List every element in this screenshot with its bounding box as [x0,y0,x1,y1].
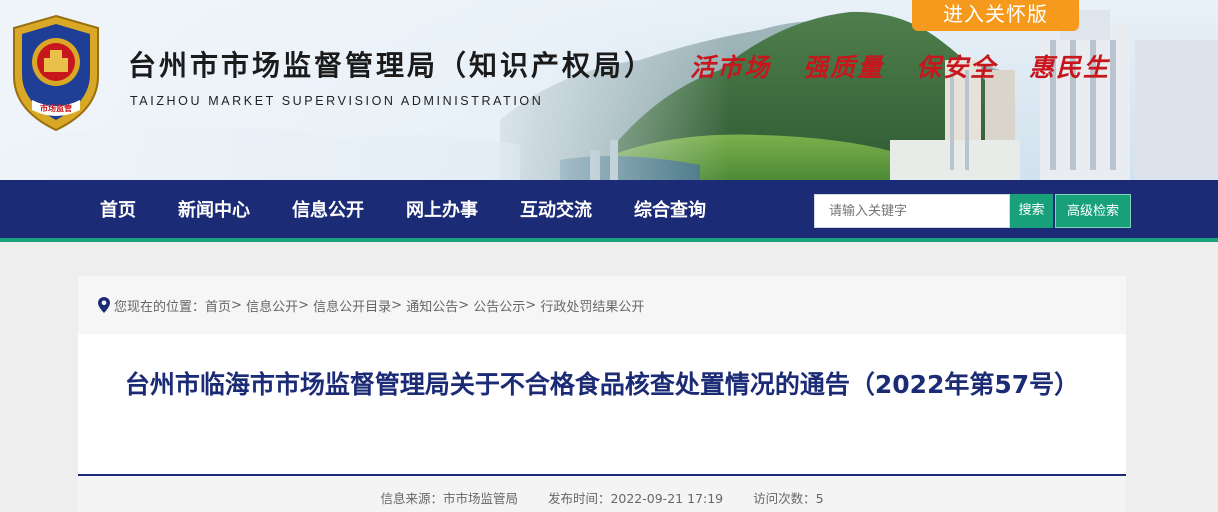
breadcrumb-notices[interactable]: 通知公告 [406,296,458,315]
article-card: 您现在的位置： 首页 > 信息公开 > 信息公开目录 > 通知公告 > 公告公示… [78,276,1126,512]
article-title: 台州市临海市市场监督管理局关于不合格食品核查处置情况的通告（2022年第57号） [124,370,1080,399]
article-meta: 信息来源：市市场监管局 发布时间：2022-09-21 17:19 访问次数：5 [78,476,1126,512]
breadcrumb-separator: > [298,297,309,313]
slogan-3: 保安全 [916,53,998,82]
breadcrumb: 您现在的位置： 首页 > 信息公开 > 信息公开目录 > 通知公告 > 公告公示… [78,276,1126,334]
location-pin-icon [98,297,110,313]
breadcrumb-separator: > [231,297,242,313]
nav-item-interaction[interactable]: 互动交流 [520,180,592,242]
slogan-4: 惠民生 [1029,53,1111,82]
article-source: 信息来源：市市场监管局 [380,491,518,506]
slogans: 活市场 强质量 保安全 惠民生 [690,48,1110,84]
site-title: 台州市市场监督管理局（知识产权局） [128,49,656,82]
breadcrumb-prefix: 您现在的位置： [114,299,206,315]
slogan-1: 活市场 [690,53,772,82]
article-publish-time: 发布时间：2022-09-21 17:19 [547,491,724,506]
breadcrumb-separator: > [458,297,470,313]
nav-item-home[interactable]: 首页 [100,180,136,242]
slogan-2: 强质量 [803,53,885,82]
advanced-search-button[interactable]: 高级检索 [1055,194,1131,228]
breadcrumb-separator: > [525,297,537,313]
search-input[interactable] [814,194,1010,228]
header-banner: 市场监管 台州市市场监督管理局（知识产权局） TAIZHOU MARKET SU… [0,0,1218,180]
care-mode-button[interactable]: 进入关怀版 [912,0,1079,31]
breadcrumb-info-disclosure[interactable]: 信息公开 [246,296,298,315]
article-visits: 访问次数：5 [753,491,824,506]
nav-accent-line [0,238,1218,242]
nav-item-online-services[interactable]: 网上办事 [406,180,478,242]
nav-item-info-disclosure[interactable]: 信息公开 [292,180,364,242]
breadcrumb-penalty-results[interactable]: 行政处罚结果公开 [540,296,644,315]
svg-text:市场监管: 市场监管 [40,103,72,113]
nav-item-query[interactable]: 综合查询 [634,180,706,242]
breadcrumb-info-catalog[interactable]: 信息公开目录 [313,296,391,315]
breadcrumb-announcements[interactable]: 公告公示 [473,296,525,315]
nav-items: 首页 新闻中心 信息公开 网上办事 互动交流 综合查询 [100,180,706,242]
site-subtitle: TAIZHOU MARKET SUPERVISION ADMINISTRATIO… [130,94,544,108]
breadcrumb-home[interactable]: 首页 [205,296,231,315]
breadcrumb-separator: > [391,297,403,313]
search-button[interactable]: 搜索 [1010,194,1053,228]
market-supervision-emblem-icon: 市场监管 [13,14,99,132]
nav-item-news[interactable]: 新闻中心 [178,180,250,242]
